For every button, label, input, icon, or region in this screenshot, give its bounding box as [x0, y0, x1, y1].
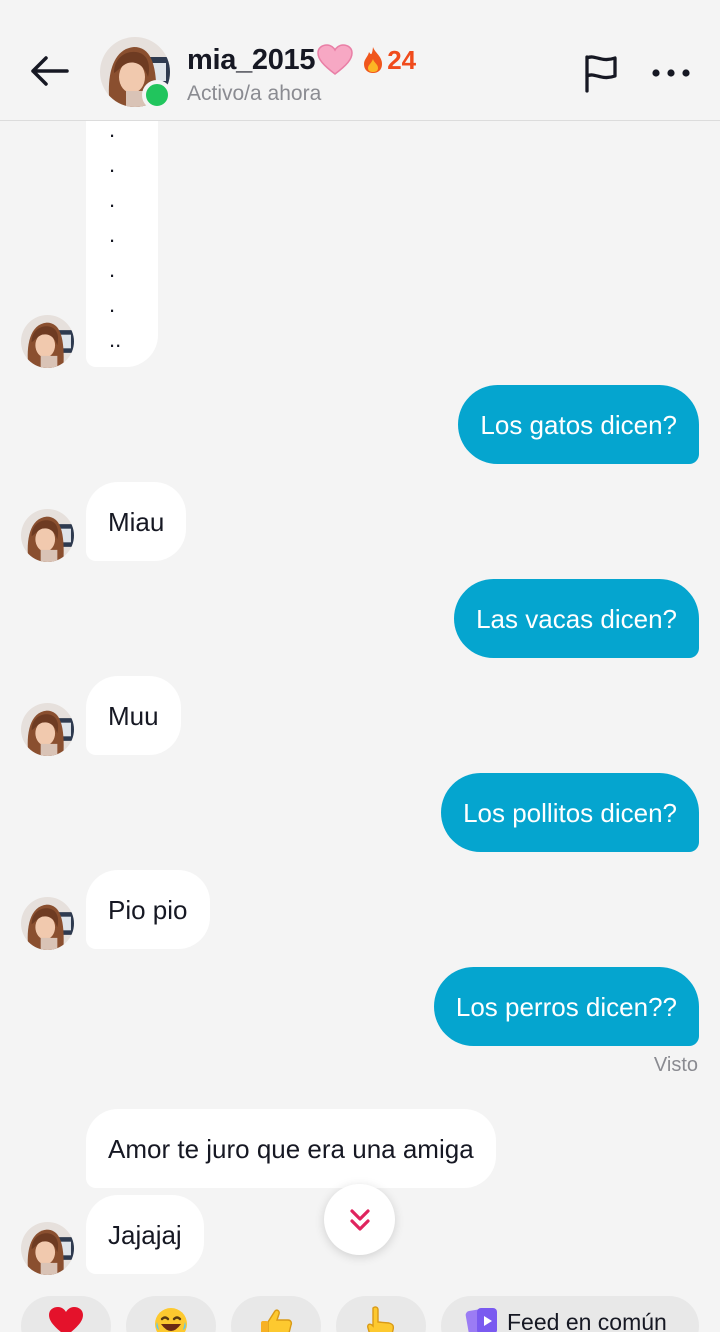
reaction-thumbs-up-chip[interactable] [231, 1296, 321, 1332]
sender-avatar[interactable] [21, 315, 74, 368]
outgoing-message[interactable]: Los perros dicen?? [433, 967, 699, 1046]
shared-feed-chip[interactable]: Feed en común [441, 1296, 699, 1332]
report-button[interactable] [578, 50, 624, 96]
quick-reply-bar: Feed en común [0, 1296, 720, 1332]
dot-line: . [109, 257, 116, 282]
online-status-indicator [142, 80, 172, 110]
double-chevron-down-icon [349, 1208, 370, 1231]
contact-username: mia_2015 [187, 43, 316, 76]
reaction-pointing-chip[interactable] [336, 1296, 426, 1332]
shared-feed-label: Feed en común [507, 1309, 667, 1332]
more-dots-icon [652, 69, 690, 77]
incoming-message[interactable]: Muu [86, 676, 181, 755]
incoming-message[interactable]: Amor te juro que era una amiga [86, 1109, 496, 1188]
avatar-photo [21, 509, 74, 562]
incoming-message[interactable]: Jajajaj [86, 1195, 204, 1274]
back-button[interactable] [24, 48, 74, 94]
incoming-message[interactable]: Pio pio [86, 870, 210, 949]
reaction-heart-chip[interactable] [21, 1296, 111, 1332]
sender-avatar[interactable] [21, 1222, 74, 1275]
dot-line: . [109, 222, 116, 247]
dot-line: . [109, 187, 116, 212]
seen-indicator: Visto [653, 1054, 698, 1076]
heart-icon [49, 1307, 83, 1332]
laughing-tears-icon [155, 1308, 187, 1332]
outgoing-message[interactable]: Los pollitos dicen? [441, 773, 699, 852]
outgoing-message[interactable]: Los gatos dicen? [458, 385, 699, 464]
dot-line: . [109, 292, 116, 317]
more-options-button[interactable] [648, 50, 694, 96]
avatar-photo [21, 703, 74, 756]
sender-avatar[interactable] [21, 509, 74, 562]
incoming-message[interactable]: Miau [86, 482, 187, 561]
shared-feed-icon [465, 1308, 497, 1332]
streak-count: 24 [387, 44, 417, 75]
thumbs-up-icon [261, 1309, 293, 1332]
dot-line: . [109, 152, 116, 177]
scroll-to-bottom-button[interactable] [324, 1184, 395, 1255]
avatar-photo [21, 897, 74, 950]
chat-header: mia_2015 24 Activo/a ahora [0, 0, 720, 121]
sender-avatar[interactable] [21, 703, 74, 756]
sender-avatar[interactable] [21, 897, 74, 950]
outgoing-message[interactable]: Las vacas dicen? [454, 579, 699, 658]
reaction-laugh-chip[interactable] [126, 1296, 216, 1332]
activity-status: Activo/a ahora [187, 82, 322, 105]
dot-line: .. [109, 327, 122, 352]
incoming-message-dots[interactable]: . . . . . . .. [86, 100, 158, 367]
avatar-photo [21, 315, 74, 368]
contact-name-row[interactable]: mia_2015 24 [187, 40, 416, 80]
flag-icon [585, 55, 617, 93]
pointing-finger-icon [367, 1306, 395, 1332]
pink-heart-icon [317, 44, 353, 76]
avatar-photo [21, 1222, 74, 1275]
fire-icon [361, 46, 385, 74]
arrow-left-icon [31, 56, 69, 86]
